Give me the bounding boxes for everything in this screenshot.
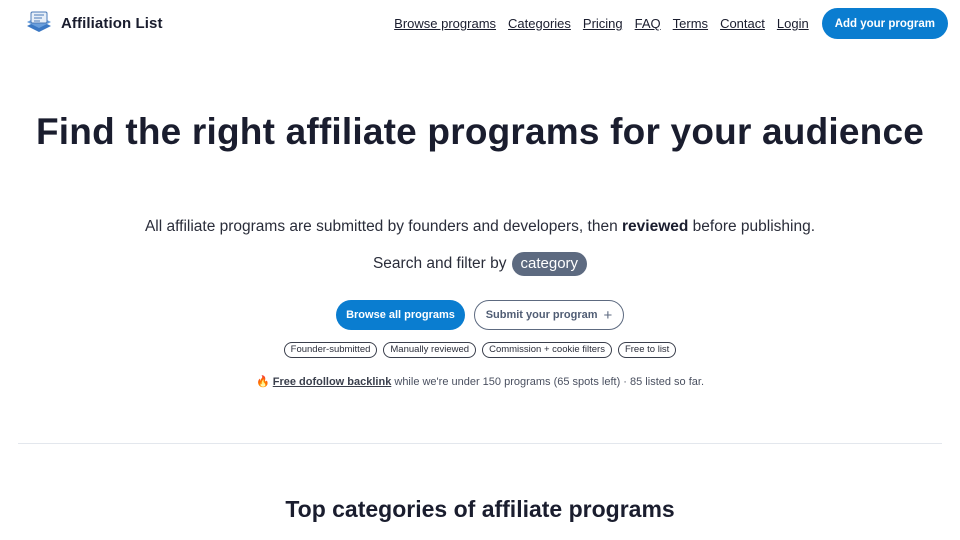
subtitle-text-end: before publishing. — [688, 218, 816, 235]
search-filter-line: Search and filter by category — [0, 252, 960, 276]
nav-login[interactable]: Login — [777, 16, 809, 31]
hero-title: Find the right affiliate programs for yo… — [35, 111, 925, 152]
brand-home-link[interactable]: Affiliation List — [25, 10, 163, 36]
top-navigation-bar: Affiliation List Browse programs Categor… — [0, 0, 960, 46]
plus-icon: + — [603, 306, 613, 324]
main-nav: Browse programs Categories Pricing FAQ T… — [394, 8, 948, 39]
top-categories-title: Top categories of affiliate programs — [285, 496, 675, 522]
tag-manually-reviewed: Manually reviewed — [383, 342, 477, 358]
fire-icon: 🔥 — [255, 376, 270, 388]
tag-commission-cookie-filters: Commission + cookie filters — [482, 342, 612, 358]
backlink-note-text: while we're under 150 programs (65 spots… — [391, 376, 705, 388]
add-your-program-button[interactable]: Add your program — [821, 8, 948, 39]
nav-categories[interactable]: Categories — [508, 16, 571, 31]
nav-terms[interactable]: Terms — [673, 16, 708, 31]
nav-pricing[interactable]: Pricing — [583, 16, 623, 31]
cta-row: Browse all programs Submit your program … — [0, 300, 960, 330]
free-dofollow-backlink-link[interactable]: Free dofollow backlink — [273, 376, 392, 388]
category-chip[interactable]: category — [511, 252, 588, 276]
nav-contact[interactable]: Contact — [720, 16, 765, 31]
submit-button-label: Submit your program — [485, 309, 598, 321]
subtitle-bold: reviewed — [622, 218, 689, 235]
search-filter-text: Search and filter by — [372, 255, 507, 272]
brand-name: Affiliation List — [61, 14, 163, 32]
feature-tags: Founder-submitted Manually reviewed Comm… — [0, 342, 960, 358]
section-divider — [18, 443, 942, 444]
tag-founder-submitted: Founder-submitted — [283, 342, 378, 358]
nav-faq[interactable]: FAQ — [635, 16, 661, 31]
hero-subtitle: All affiliate programs are submitted by … — [0, 218, 960, 236]
tag-free-to-list: Free to list — [617, 342, 677, 358]
submit-your-program-button[interactable]: Submit your program + — [474, 300, 624, 330]
browse-all-programs-button[interactable]: Browse all programs — [336, 300, 465, 330]
nav-browse-programs[interactable]: Browse programs — [394, 16, 496, 31]
subtitle-text-start: All affiliate programs are submitted by … — [144, 218, 622, 235]
stacked-cards-logo-icon — [27, 11, 51, 32]
backlink-note: 🔥 Free dofollow backlink while we're und… — [0, 375, 960, 388]
